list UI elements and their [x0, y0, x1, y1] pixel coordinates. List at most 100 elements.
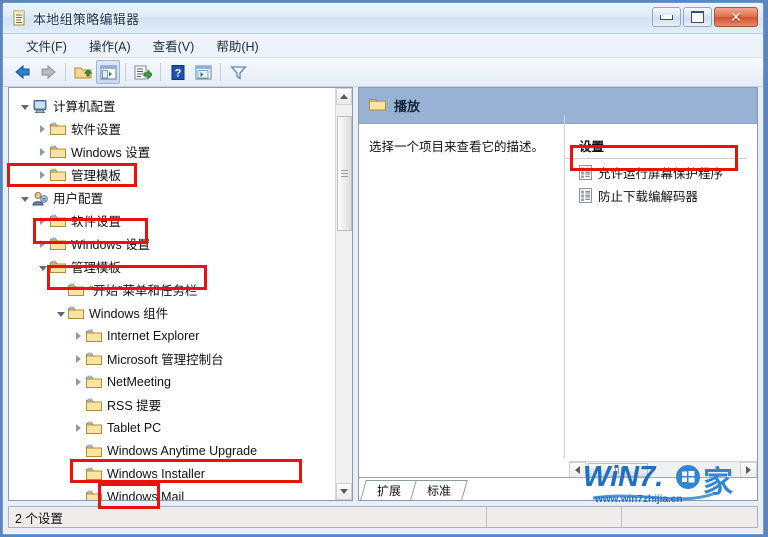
export-list-icon[interactable] — [131, 60, 155, 84]
tree-item[interactable]: Tablet PC — [9, 416, 335, 439]
tab-extended-label: 扩展 — [376, 483, 401, 498]
setting-description: 选择一个项目来查看它的描述。 — [369, 140, 545, 154]
tree-item-label: Windows 设置 — [71, 238, 151, 252]
close-icon: ✕ — [730, 9, 742, 25]
folder-icon — [86, 444, 102, 458]
hscrollbar-thumb[interactable] — [588, 463, 648, 477]
tree-item-label: 计算机配置 — [53, 100, 116, 114]
chevron-left-icon — [575, 466, 580, 474]
expand-arrow-icon[interactable] — [35, 122, 50, 136]
tree-item-label: RSS 提要 — [107, 399, 162, 413]
help-icon[interactable]: ? — [166, 60, 190, 84]
tree-item[interactable]: Windows Installer — [9, 462, 335, 485]
close-button[interactable]: ✕ — [714, 7, 758, 27]
setting-list-item-label: 防止下载编解码器 — [598, 189, 699, 204]
filter-icon[interactable] — [226, 60, 250, 84]
folder-icon — [86, 467, 102, 481]
show-properties-icon[interactable] — [191, 60, 215, 84]
tree-item[interactable]: “开始”菜单和任务栏 — [9, 278, 335, 301]
expand-arrow-icon[interactable] — [71, 421, 86, 435]
tree-item[interactable]: Windows Mail — [9, 485, 335, 500]
scroll-down-button[interactable] — [336, 483, 352, 500]
settings-horizontal-scrollbar[interactable] — [569, 461, 757, 478]
folder-icon — [50, 145, 66, 159]
back-icon[interactable] — [11, 60, 35, 84]
policy-document-icon — [12, 10, 27, 26]
tree-item[interactable]: RSS 提要 — [9, 393, 335, 416]
collapse-arrow-icon[interactable] — [53, 306, 68, 320]
policy-setting-icon — [579, 187, 592, 203]
status-bar: 2 个设置 — [8, 506, 758, 528]
setting-list-item-label: 允许运行屏幕保护程序 — [598, 166, 724, 181]
up-folder-icon[interactable] — [71, 60, 95, 84]
tree-item[interactable]: Windows 设置 — [9, 232, 335, 255]
setting-list-item[interactable]: 防止下载编解码器 — [565, 185, 757, 205]
tab-standard[interactable]: 标准 — [413, 480, 465, 500]
tree-item-label: 管理模板 — [71, 169, 122, 183]
maximize-icon — [691, 11, 704, 23]
collapse-arrow-icon[interactable] — [35, 260, 50, 274]
tree-item-label: NetMeeting — [107, 374, 171, 389]
window-title: 本地组策略编辑器 — [33, 12, 140, 27]
chevron-down-icon — [340, 489, 348, 494]
expand-arrow-icon[interactable] — [35, 214, 50, 228]
tree-item[interactable]: Internet Explorer — [9, 324, 335, 347]
tree-item-label: Windows 设置 — [71, 146, 151, 160]
tree-item-label: Windows Mail — [107, 489, 185, 501]
grip-icon — [341, 170, 348, 177]
maximize-button[interactable] — [683, 7, 712, 27]
folder-icon — [50, 168, 66, 182]
collapse-arrow-icon[interactable] — [17, 99, 32, 113]
tab-extended[interactable]: 扩展 — [363, 480, 415, 500]
local-group-policy-editor-window: 本地组策略编辑器 ✕ 文件(F) 操作(A) 查看(V) 帮助(H) ? 计算机… — [2, 2, 764, 535]
expand-arrow-icon[interactable] — [35, 237, 50, 251]
scroll-left-button[interactable] — [569, 462, 586, 478]
folder-icon — [86, 398, 102, 412]
tree-item-label: Tablet PC — [107, 420, 162, 435]
settings-pane-title: 播放 — [394, 99, 421, 114]
expand-arrow-icon[interactable] — [71, 352, 86, 366]
toolbar-separator — [160, 63, 161, 81]
window-controls: ✕ — [652, 7, 758, 27]
chevron-right-icon — [746, 466, 751, 474]
tree-item[interactable]: 管理模板 — [9, 255, 335, 278]
view-tab-strip: 扩展 标准 — [359, 477, 757, 500]
menu-file[interactable]: 文件(F) — [15, 34, 78, 57]
collapse-arrow-icon[interactable] — [17, 191, 32, 205]
scroll-right-button[interactable] — [740, 462, 757, 478]
menu-view[interactable]: 查看(V) — [142, 34, 206, 57]
menu-help[interactable]: 帮助(H) — [205, 34, 269, 57]
tree-item[interactable]: Windows Anytime Upgrade — [9, 439, 335, 462]
tree-item-label: 管理模板 — [71, 261, 122, 275]
expand-arrow-icon[interactable] — [35, 168, 50, 182]
toolbar-separator — [220, 63, 221, 81]
tree-item[interactable]: Windows 组件 — [9, 301, 335, 324]
tree-item[interactable]: 计算机配置 — [9, 94, 335, 117]
console-tree[interactable]: 计算机配置 软件设置 Windows 设置 管理模板 用户配置 软件设置 Windows 设… — [9, 88, 335, 500]
expand-arrow-icon[interactable] — [71, 375, 86, 389]
tree-item[interactable]: Windows 设置 — [9, 140, 335, 163]
forward-icon[interactable] — [36, 60, 60, 84]
scroll-up-button[interactable] — [336, 88, 352, 105]
show-hide-tree-icon[interactable] — [96, 60, 120, 84]
tree-item[interactable]: NetMeeting — [9, 370, 335, 393]
folder-icon — [86, 375, 102, 389]
minimize-button[interactable] — [652, 7, 681, 27]
tree-vertical-scrollbar[interactable] — [335, 88, 352, 500]
settings-pane: 播放 选择一个项目来查看它的描述。 设置 允许运行屏幕保护程序防止下载编解码器 — [358, 87, 758, 501]
expand-arrow-icon[interactable] — [35, 145, 50, 159]
tree-item[interactable]: 软件设置 — [9, 117, 335, 140]
tree-item[interactable]: 管理模板 — [9, 163, 335, 186]
tree-item[interactable]: 用户配置 — [9, 186, 335, 209]
scrollbar-thumb[interactable] — [337, 116, 352, 231]
chevron-up-icon — [340, 94, 348, 99]
settings-list[interactable]: 允许运行屏幕保护程序 防止下载编解码器 — [565, 162, 757, 205]
folder-icon — [68, 283, 84, 297]
expand-arrow-icon[interactable] — [71, 329, 86, 343]
toolbar-separator — [65, 63, 66, 81]
tree-item[interactable]: Microsoft 管理控制台 — [9, 347, 335, 370]
settings-pane-body: 选择一个项目来查看它的描述。 设置 允许运行屏幕保护程序 防止下载编解码器 — [359, 115, 757, 458]
tree-item[interactable]: 软件设置 — [9, 209, 335, 232]
menu-action[interactable]: 操作(A) — [78, 34, 142, 57]
setting-list-item[interactable]: 允许运行屏幕保护程序 — [565, 162, 757, 182]
